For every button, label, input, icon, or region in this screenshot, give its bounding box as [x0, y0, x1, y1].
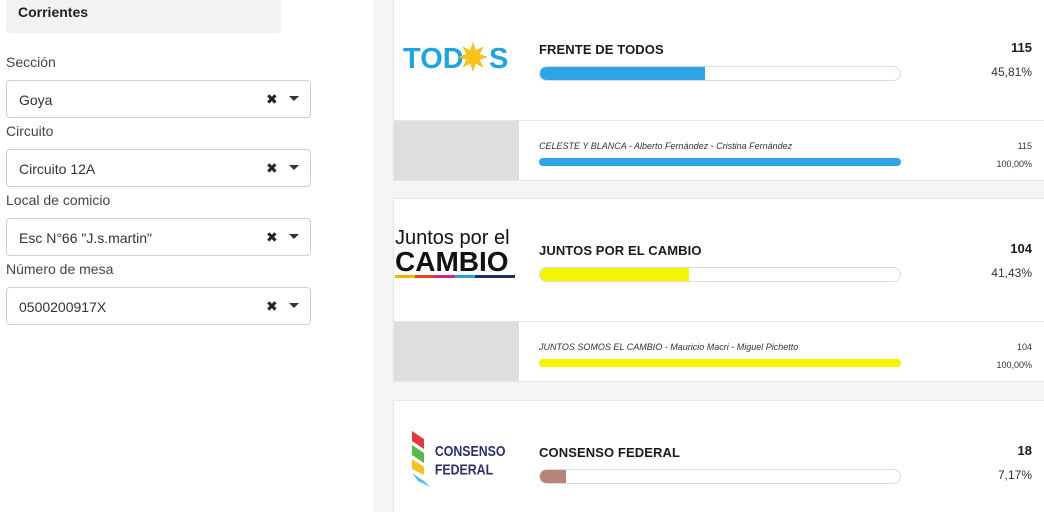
list-vote-bar-fill: [539, 158, 901, 166]
list-percent: 100,00%: [996, 159, 1032, 169]
party-votes: 115: [1011, 40, 1032, 55]
province-header: Corrientes: [6, 0, 281, 33]
juntos-por-el-cambio-logo: Juntos por el CAMBIO: [394, 199, 519, 321]
list-row-celeste-y-blanca: CELESTE Y BLANCA - Alberto Fernández - C…: [393, 121, 1044, 181]
party-vote-bar-fill: [540, 67, 705, 80]
party-card-consenso-federal: CONSENSO FEDERAL CONSENSO FEDERAL 18 7,1…: [393, 400, 1044, 512]
seccion-select[interactable]: Goya ✖: [6, 80, 311, 118]
chevron-down-icon[interactable]: [289, 234, 299, 239]
clear-icon[interactable]: ✖: [266, 91, 278, 108]
party-card-juntos-por-el-cambio: Juntos por el CAMBIO JUNTOS POR EL CAMBI…: [393, 198, 1044, 322]
local-comicio-label: Local de comicio: [6, 192, 111, 208]
list-vote-bar: [539, 158, 901, 166]
svg-text:TOD: TOD: [403, 43, 464, 75]
circuito-value: Circuito 12A: [19, 161, 96, 177]
list-percent: 100,00%: [996, 360, 1032, 370]
numero-mesa-select[interactable]: 0500200917X ✖: [6, 287, 311, 325]
local-comicio-value: Esc N°66 "J.s.martin": [19, 230, 153, 246]
svg-text:CAMBIO: CAMBIO: [395, 246, 509, 277]
party-name: CONSENSO FEDERAL: [539, 445, 681, 460]
party-vote-bar-fill: [540, 470, 566, 483]
list-vote-bar: [539, 359, 901, 367]
party-percent: 7,17%: [997, 468, 1032, 482]
numero-mesa-value: 0500200917X: [19, 299, 107, 315]
list-vote-bar-fill: [539, 359, 901, 367]
party-vote-bar: [539, 267, 901, 282]
svg-text:FEDERAL: FEDERAL: [435, 462, 493, 478]
clear-icon[interactable]: ✖: [266, 229, 278, 246]
seccion-label: Sección: [6, 54, 56, 70]
party-votes: 104: [1010, 241, 1032, 256]
party-name: JUNTOS POR EL CAMBIO: [539, 243, 702, 258]
party-name: FRENTE DE TODOS: [539, 42, 664, 57]
list-name: CELESTE Y BLANCA - Alberto Fernández - C…: [539, 141, 793, 151]
clear-icon[interactable]: ✖: [266, 298, 278, 315]
circuito-select[interactable]: Circuito 12A ✖: [6, 149, 311, 187]
svg-text:CONSENSO: CONSENSO: [435, 443, 506, 459]
party-card-frente-de-todos: TOD S FRENTE DE TODOS 115 45,81%: [393, 0, 1044, 121]
province-name: Corrientes: [18, 4, 89, 20]
list-votes: 115: [1017, 141, 1032, 151]
party-percent: 41,43%: [991, 266, 1032, 280]
circuito-label: Circuito: [6, 123, 54, 139]
frente-de-todos-logo: TOD S: [394, 0, 519, 120]
consenso-federal-logo: CONSENSO FEDERAL: [394, 401, 519, 512]
seccion-value: Goya: [19, 92, 53, 108]
list-name: JUNTOS SOMOS EL CAMBIO - Mauricio Macri …: [539, 342, 799, 352]
list-votes: 104: [1016, 342, 1032, 352]
party-vote-bar: [539, 469, 901, 484]
party-percent: 45,81%: [991, 65, 1032, 79]
clear-icon[interactable]: ✖: [266, 160, 278, 177]
party-votes: 18: [1017, 443, 1032, 458]
chevron-down-icon[interactable]: [289, 96, 299, 101]
party-vote-bar-fill: [540, 268, 690, 281]
numero-mesa-label: Número de mesa: [6, 261, 114, 277]
list-row-juntos-somos-el-cambio: JUNTOS SOMOS EL CAMBIO - Mauricio Macri …: [393, 322, 1044, 382]
chevron-down-icon[interactable]: [289, 165, 299, 170]
local-comicio-select[interactable]: Esc N°66 "J.s.martin" ✖: [6, 218, 311, 256]
svg-text:S: S: [489, 43, 508, 75]
party-vote-bar: [539, 66, 901, 81]
chevron-down-icon[interactable]: [289, 303, 299, 308]
